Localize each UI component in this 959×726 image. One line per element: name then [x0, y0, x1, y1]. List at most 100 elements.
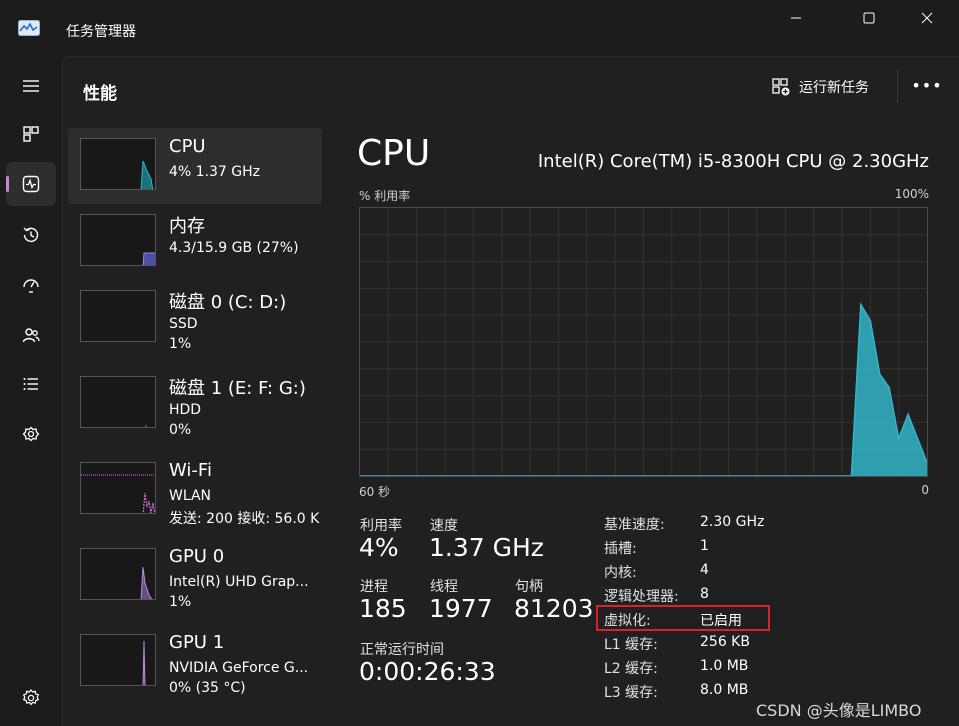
- run-new-task-label: 运行新任务: [799, 80, 869, 96]
- resource-item-cpu[interactable]: CPU 4% 1.37 GHz: [68, 128, 322, 204]
- nav-menu-button[interactable]: [6, 64, 56, 108]
- resource-usage: 0% (35 °C): [169, 680, 246, 696]
- settings-icon: [22, 689, 40, 706]
- l2-cache-value: 1.0 MB: [700, 658, 749, 674]
- logical-processors-key: 逻辑处理器:: [604, 589, 679, 605]
- header-divider: [897, 69, 898, 103]
- nav-app-history[interactable]: [6, 213, 56, 257]
- cores-key: 内核:: [604, 565, 637, 581]
- threads-value: 1977: [429, 594, 493, 623]
- resource-item-wifi[interactable]: Wi-Fi WLAN 发送: 200 接收: 56.0 K: [68, 452, 322, 528]
- resource-model: NVIDIA GeForce G...: [169, 660, 309, 676]
- cores-value: 4: [700, 562, 709, 578]
- nav-details[interactable]: [6, 362, 56, 406]
- handles-value: 81203: [514, 594, 594, 623]
- gpu0-thumbnail-graph: [80, 548, 156, 600]
- nav-users[interactable]: [6, 313, 56, 357]
- page-title: 性能: [83, 84, 117, 104]
- processes-label: 进程: [360, 579, 388, 595]
- resource-item-disk0[interactable]: 磁盘 0 (C: D:) SSD 1%: [68, 280, 322, 356]
- graph-x-end: 0: [921, 483, 929, 497]
- hamburger-icon: [23, 80, 39, 92]
- resource-usage: 1%: [169, 336, 192, 352]
- l1-cache-key: L1 缓存:: [604, 637, 658, 653]
- graph-x-label: 60 秒: [359, 485, 391, 499]
- maximize-button[interactable]: [846, 0, 892, 36]
- handles-label: 句柄: [515, 579, 543, 595]
- utilization-label: 利用率: [360, 518, 402, 534]
- l2-cache-key: L2 缓存:: [604, 661, 658, 677]
- active-indicator: [6, 176, 9, 192]
- resource-name: 内存: [169, 216, 205, 237]
- l3-cache-key: L3 缓存:: [604, 685, 658, 701]
- resource-name: Wi-Fi: [169, 460, 212, 481]
- nav-processes[interactable]: [6, 112, 56, 156]
- resource-usage: 1%: [169, 594, 192, 610]
- nav-services[interactable]: [6, 413, 56, 457]
- resource-type: HDD: [169, 402, 202, 418]
- cpu-model-name: Intel(R) Core(TM) i5-8300H CPU @ 2.30GHz: [537, 151, 929, 172]
- maximize-icon: [863, 12, 875, 24]
- memory-thumbnail-graph: [80, 214, 156, 266]
- detail-title: CPU: [357, 133, 431, 174]
- speed-value: 1.37 GHz: [429, 533, 544, 562]
- cpu-utilization-graph: [359, 207, 928, 477]
- nav-settings[interactable]: [6, 676, 56, 720]
- more-options-button[interactable]: •••: [911, 71, 941, 99]
- resource-name: GPU 1: [169, 632, 225, 653]
- resource-throughput: 发送: 200 接收: 56.0 K: [169, 511, 320, 527]
- new-task-icon: [772, 78, 790, 96]
- minimize-icon: [791, 17, 801, 19]
- resource-detail: 4.3/15.9 GB (27%): [169, 240, 299, 256]
- resource-name: 磁盘 1 (E: F: G:): [169, 378, 306, 399]
- l3-cache-value: 8.0 MB: [700, 682, 749, 698]
- title-bar: 任务管理器: [0, 0, 959, 56]
- users-icon: [22, 328, 40, 343]
- disk0-thumbnail-graph: [80, 290, 156, 342]
- run-new-task-button[interactable]: 运行新任务: [771, 75, 869, 99]
- base-speed-key: 基准速度:: [604, 517, 665, 533]
- disk1-thumbnail-graph: [80, 376, 156, 428]
- resource-adapter: WLAN: [169, 488, 212, 504]
- resource-usage: 0%: [169, 422, 192, 438]
- navigation-rail: [0, 56, 62, 726]
- processes-value: 185: [359, 594, 407, 623]
- resource-name: CPU: [169, 136, 206, 157]
- nav-startup[interactable]: [6, 263, 56, 307]
- close-icon: [921, 12, 933, 24]
- uptime-value: 0:00:26:33: [359, 657, 496, 686]
- window-title: 任务管理器: [66, 24, 136, 40]
- resource-item-gpu1[interactable]: GPU 1 NVIDIA GeForce G... 0% (35 °C): [68, 624, 322, 700]
- startup-icon: [23, 279, 39, 293]
- l1-cache-value: 256 KB: [700, 634, 750, 650]
- resource-item-disk1[interactable]: 磁盘 1 (E: F: G:) HDD 0%: [68, 366, 322, 442]
- performance-icon: [22, 175, 40, 193]
- close-button[interactable]: [904, 0, 950, 36]
- processes-icon: [23, 126, 39, 142]
- sockets-key: 插槽:: [604, 541, 637, 557]
- task-manager-app-icon: [18, 20, 40, 36]
- utilization-value: 4%: [359, 533, 399, 562]
- resource-item-memory[interactable]: 内存 4.3/15.9 GB (27%): [68, 204, 322, 280]
- app-history-icon: [23, 227, 39, 243]
- services-icon: [22, 426, 40, 442]
- watermark: CSDN @头像是LIMBO: [756, 701, 922, 720]
- main-content: 性能 运行新任务 ••• CPU 4% 1.37 GHz 内存 4.3/15.9…: [62, 56, 959, 726]
- sockets-value: 1: [700, 538, 709, 554]
- resource-detail: 4% 1.37 GHz: [169, 164, 261, 180]
- base-speed-value: 2.30 GHz: [700, 514, 765, 530]
- virtualization-highlight-box: [596, 605, 770, 631]
- resource-item-gpu0[interactable]: GPU 0 Intel(R) UHD Grap... 1%: [68, 538, 322, 614]
- uptime-label: 正常运行时间: [360, 642, 444, 658]
- graph-y-label: % 利用率: [359, 189, 411, 203]
- wifi-thumbnail-graph: [80, 462, 156, 514]
- threads-label: 线程: [430, 579, 458, 595]
- logical-processors-value: 8: [700, 586, 709, 602]
- nav-performance[interactable]: [6, 162, 56, 206]
- minimize-button[interactable]: [773, 0, 819, 36]
- resource-name: GPU 0: [169, 546, 225, 567]
- cpu-utilization-chart: [360, 208, 928, 477]
- resource-type: SSD: [169, 316, 198, 332]
- speed-label: 速度: [430, 518, 458, 534]
- gpu1-thumbnail-graph: [80, 634, 156, 686]
